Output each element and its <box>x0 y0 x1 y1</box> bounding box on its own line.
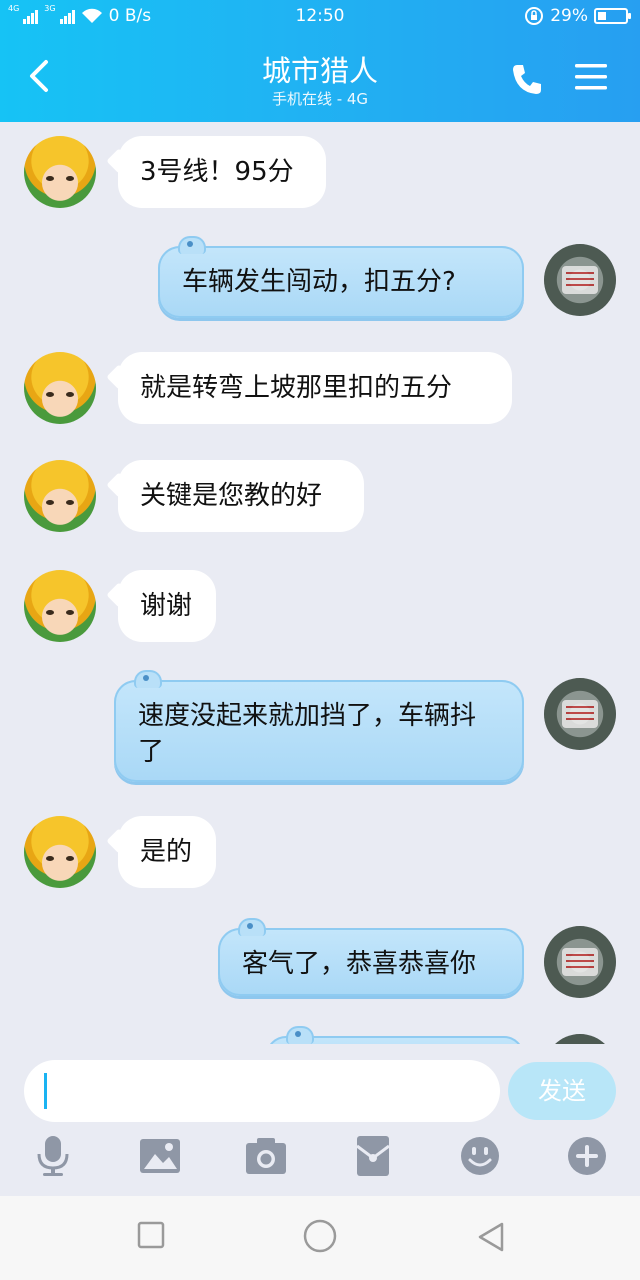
camera-icon[interactable] <box>244 1134 288 1178</box>
mic-icon[interactable] <box>31 1134 75 1178</box>
contact-avatar[interactable] <box>24 136 96 208</box>
message-text: 就是转弯上坡那里扣的五分 <box>140 373 453 403</box>
send-button[interactable]: 发送 <box>508 1062 616 1120</box>
message-bubble-sent[interactable]: 速度没起来就加挡了，车辆抖了 <box>114 670 524 782</box>
system-navigation-bar <box>0 1196 640 1280</box>
message-bubble-received[interactable]: 就是转弯上坡那里扣的五分 <box>106 352 512 424</box>
message-text: 客气了，恭喜恭喜你 <box>242 949 477 979</box>
contact-avatar[interactable] <box>24 816 96 888</box>
battery-icon <box>594 8 631 24</box>
emoji-icon[interactable] <box>458 1134 502 1178</box>
clock: 12:50 <box>295 6 345 26</box>
message-text: 谢谢 <box>140 591 193 621</box>
message-bubble-received[interactable]: 关键是您教的好 <box>106 460 364 532</box>
red-packet-icon[interactable] <box>351 1134 395 1178</box>
home-icon[interactable] <box>302 1218 338 1254</box>
message-bubble-sent[interactable]: 车辆发生闯动，扣五分? <box>158 236 524 318</box>
text-cursor <box>44 1073 47 1109</box>
contact-avatar[interactable] <box>24 352 96 424</box>
message-text: 速度没起来就加挡了，车辆抖了 <box>138 701 477 767</box>
message-text: 3号线！95分 <box>140 157 294 187</box>
phone-icon[interactable] <box>508 60 546 98</box>
my-avatar[interactable] <box>544 1034 616 1044</box>
plus-icon[interactable] <box>565 1134 609 1178</box>
back-nav-icon[interactable] <box>474 1220 508 1254</box>
composer: 发送 <box>0 1044 640 1196</box>
input-toolbar <box>0 1134 640 1186</box>
conversation-header: 城市猎人 手机在线 - 4G <box>0 34 640 122</box>
menu-icon[interactable] <box>572 58 610 96</box>
message-bubble-received[interactable]: 3号线！95分 <box>106 136 326 208</box>
contact-avatar[interactable] <box>24 570 96 642</box>
my-avatar[interactable] <box>544 244 616 316</box>
message-bubble-received[interactable]: 谢谢 <box>106 570 216 642</box>
status-bar: 4G 3G 0 B/s 12:50 29% <box>0 0 640 34</box>
message-bubble-sent-partial[interactable] <box>266 1026 524 1044</box>
message-list[interactable]: 3号线！95分 车辆发生闯动，扣五分? 就是转弯上坡那里扣的五分 关键是您教的好… <box>0 122 640 1044</box>
message-input[interactable] <box>24 1060 500 1122</box>
message-text: 车辆发生闯动，扣五分? <box>182 267 456 297</box>
contact-avatar[interactable] <box>24 460 96 532</box>
my-avatar[interactable] <box>544 926 616 998</box>
message-bubble-sent[interactable]: 客气了，恭喜恭喜你 <box>218 918 524 996</box>
my-avatar[interactable] <box>544 678 616 750</box>
battery-percent: 29% <box>550 6 588 26</box>
message-text: 是的 <box>140 837 193 867</box>
top-bar: 4G 3G 0 B/s 12:50 29% 城市猎人 手机在线 - 4G <box>0 0 640 122</box>
image-icon[interactable] <box>138 1134 182 1178</box>
rotation-lock-icon <box>525 7 544 25</box>
message-text: 关键是您教的好 <box>140 481 323 511</box>
message-bubble-received[interactable]: 是的 <box>106 816 216 888</box>
recents-icon[interactable] <box>136 1220 166 1250</box>
